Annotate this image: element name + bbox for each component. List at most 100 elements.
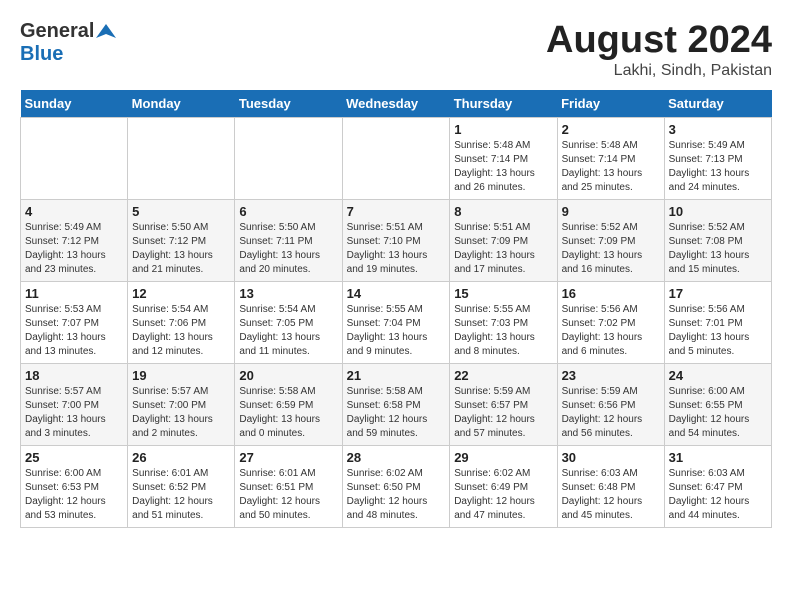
- day-info: Sunrise: 6:02 AM Sunset: 6:50 PM Dayligh…: [347, 467, 446, 523]
- table-cell: 26 Sunrise: 6:01 AM Sunset: 6:52 PM Dayli…: [128, 445, 235, 527]
- calendar-subtitle: Lakhi, Sindh, Pakistan: [546, 62, 772, 80]
- day-info: Sunrise: 5:55 AM Sunset: 7:04 PM Dayligh…: [347, 303, 446, 359]
- table-cell: 14 Sunrise: 5:55 AM Sunset: 7:04 PM Dayli…: [342, 281, 450, 363]
- day-number: 1: [454, 122, 552, 137]
- day-number: 2: [562, 122, 660, 137]
- table-cell: 10Sunrise: 5:52 AM Sunset: 7:08 PM Dayli…: [664, 199, 771, 281]
- day-info: Sunrise: 5:54 AM Sunset: 7:06 PM Dayligh…: [132, 303, 230, 359]
- day-info: Sunrise: 6:02 AM Sunset: 6:49 PM Dayligh…: [454, 467, 552, 523]
- logo-bird-icon: [96, 22, 116, 42]
- day-number: 13: [239, 286, 337, 301]
- day-info: Sunrise: 5:50 AM Sunset: 7:11 PM Dayligh…: [239, 221, 337, 277]
- logo-blue-text: Blue: [20, 43, 63, 65]
- title-area: August 2024 Lakhi, Sindh, Pakistan: [546, 20, 772, 80]
- table-cell: 4 Sunrise: 5:49 AM Sunset: 7:12 PM Daylig…: [21, 199, 128, 281]
- table-cell: 31 Sunrise: 6:03 AM Sunset: 6:47 PM Dayli…: [664, 445, 771, 527]
- day-number: 18: [25, 368, 123, 383]
- calendar-table: Sunday Monday Tuesday Wednesday Thursday…: [20, 90, 772, 528]
- day-info: Sunrise: 5:55 AM Sunset: 7:03 PM Dayligh…: [454, 303, 552, 359]
- table-cell: 5Sunrise: 5:50 AM Sunset: 7:12 PM Daylig…: [128, 199, 235, 281]
- week-row-3: 11 Sunrise: 5:53 AM Sunset: 7:07 PM Dayli…: [21, 281, 772, 363]
- table-cell: 9 Sunrise: 5:52 AM Sunset: 7:09 PM Daylig…: [557, 199, 664, 281]
- day-info: Sunrise: 5:49 AM Sunset: 7:12 PM Dayligh…: [25, 221, 123, 277]
- day-number: 26: [132, 450, 230, 465]
- table-cell: 18 Sunrise: 5:57 AM Sunset: 7:00 PM Dayli…: [21, 363, 128, 445]
- day-info: Sunrise: 6:01 AM Sunset: 6:52 PM Dayligh…: [132, 467, 230, 523]
- day-info: Sunrise: 5:57 AM Sunset: 7:00 PM Dayligh…: [25, 385, 123, 441]
- day-number: 31: [669, 450, 767, 465]
- table-cell: [21, 117, 128, 199]
- day-number: 15: [454, 286, 552, 301]
- day-number: 23: [562, 368, 660, 383]
- day-info: Sunrise: 5:51 AM Sunset: 7:10 PM Dayligh…: [347, 221, 446, 277]
- day-info: Sunrise: 6:00 AM Sunset: 6:55 PM Dayligh…: [669, 385, 767, 441]
- table-cell: 7 Sunrise: 5:51 AM Sunset: 7:10 PM Daylig…: [342, 199, 450, 281]
- table-cell: 29Sunrise: 6:02 AM Sunset: 6:49 PM Dayli…: [450, 445, 557, 527]
- table-cell: 22 Sunrise: 5:59 AM Sunset: 6:57 PM Dayli…: [450, 363, 557, 445]
- day-info: Sunrise: 5:52 AM Sunset: 7:09 PM Dayligh…: [562, 221, 660, 277]
- day-info: Sunrise: 5:53 AM Sunset: 7:07 PM Dayligh…: [25, 303, 123, 359]
- table-cell: 23 Sunrise: 5:59 AM Sunset: 6:56 PM Dayli…: [557, 363, 664, 445]
- table-cell: 3Sunrise: 5:49 AM Sunset: 7:13 PM Daylig…: [664, 117, 771, 199]
- day-number: 5: [132, 204, 230, 219]
- table-cell: 30 Sunrise: 6:03 AM Sunset: 6:48 PM Dayli…: [557, 445, 664, 527]
- day-info: Sunrise: 5:48 AM Sunset: 7:14 PM Dayligh…: [454, 139, 552, 195]
- logo: General Blue: [20, 20, 116, 66]
- table-cell: 27 Sunrise: 6:01 AM Sunset: 6:51 PM Dayli…: [235, 445, 342, 527]
- week-row-4: 18 Sunrise: 5:57 AM Sunset: 7:00 PM Dayli…: [21, 363, 772, 445]
- table-cell: 6 Sunrise: 5:50 AM Sunset: 7:11 PM Daylig…: [235, 199, 342, 281]
- day-number: 4: [25, 204, 123, 219]
- day-info: Sunrise: 5:56 AM Sunset: 7:02 PM Dayligh…: [562, 303, 660, 359]
- day-number: 27: [239, 450, 337, 465]
- table-cell: 12 Sunrise: 5:54 AM Sunset: 7:06 PM Dayli…: [128, 281, 235, 363]
- day-info: Sunrise: 5:58 AM Sunset: 6:59 PM Dayligh…: [239, 385, 337, 441]
- header-wednesday: Wednesday: [342, 90, 450, 118]
- table-cell: 13Sunrise: 5:54 AM Sunset: 7:05 PM Dayli…: [235, 281, 342, 363]
- table-cell: 19Sunrise: 5:57 AM Sunset: 7:00 PM Dayli…: [128, 363, 235, 445]
- header-sunday: Sunday: [21, 90, 128, 118]
- header-monday: Monday: [128, 90, 235, 118]
- day-number: 9: [562, 204, 660, 219]
- day-info: Sunrise: 5:58 AM Sunset: 6:58 PM Dayligh…: [347, 385, 446, 441]
- day-number: 20: [239, 368, 337, 383]
- day-info: Sunrise: 5:48 AM Sunset: 7:14 PM Dayligh…: [562, 139, 660, 195]
- day-number: 6: [239, 204, 337, 219]
- table-cell: [235, 117, 342, 199]
- day-number: 25: [25, 450, 123, 465]
- day-number: 14: [347, 286, 446, 301]
- day-number: 17: [669, 286, 767, 301]
- header-thursday: Thursday: [450, 90, 557, 118]
- day-number: 11: [25, 286, 123, 301]
- day-info: Sunrise: 5:56 AM Sunset: 7:01 PM Dayligh…: [669, 303, 767, 359]
- day-info: Sunrise: 6:00 AM Sunset: 6:53 PM Dayligh…: [25, 467, 123, 523]
- day-info: Sunrise: 5:52 AM Sunset: 7:08 PM Dayligh…: [669, 221, 767, 277]
- day-info: Sunrise: 5:59 AM Sunset: 6:56 PM Dayligh…: [562, 385, 660, 441]
- table-cell: 8 Sunrise: 5:51 AM Sunset: 7:09 PM Daylig…: [450, 199, 557, 281]
- day-number: 8: [454, 204, 552, 219]
- header: General Blue August 2024 Lakhi, Sindh, P…: [20, 20, 772, 80]
- week-row-5: 25 Sunrise: 6:00 AM Sunset: 6:53 PM Dayli…: [21, 445, 772, 527]
- table-cell: 2 Sunrise: 5:48 AM Sunset: 7:14 PM Daylig…: [557, 117, 664, 199]
- day-info: Sunrise: 5:59 AM Sunset: 6:57 PM Dayligh…: [454, 385, 552, 441]
- day-number: 24: [669, 368, 767, 383]
- table-cell: 20 Sunrise: 5:58 AM Sunset: 6:59 PM Dayli…: [235, 363, 342, 445]
- header-friday: Friday: [557, 90, 664, 118]
- day-info: Sunrise: 5:51 AM Sunset: 7:09 PM Dayligh…: [454, 221, 552, 277]
- table-cell: 25 Sunrise: 6:00 AM Sunset: 6:53 PM Dayli…: [21, 445, 128, 527]
- calendar-title: August 2024: [546, 20, 772, 62]
- day-number: 30: [562, 450, 660, 465]
- day-info: Sunrise: 6:01 AM Sunset: 6:51 PM Dayligh…: [239, 467, 337, 523]
- day-number: 22: [454, 368, 552, 383]
- day-number: 28: [347, 450, 446, 465]
- day-info: Sunrise: 6:03 AM Sunset: 6:47 PM Dayligh…: [669, 467, 767, 523]
- table-cell: [128, 117, 235, 199]
- day-number: 16: [562, 286, 660, 301]
- day-number: 12: [132, 286, 230, 301]
- logo-general-text: General: [20, 20, 94, 43]
- table-cell: [342, 117, 450, 199]
- table-cell: 17 Sunrise: 5:56 AM Sunset: 7:01 PM Dayli…: [664, 281, 771, 363]
- week-row-1: 1 Sunrise: 5:48 AM Sunset: 7:14 PM Daylig…: [21, 117, 772, 199]
- table-cell: 15 Sunrise: 5:55 AM Sunset: 7:03 PM Dayli…: [450, 281, 557, 363]
- day-info: Sunrise: 6:03 AM Sunset: 6:48 PM Dayligh…: [562, 467, 660, 523]
- day-number: 7: [347, 204, 446, 219]
